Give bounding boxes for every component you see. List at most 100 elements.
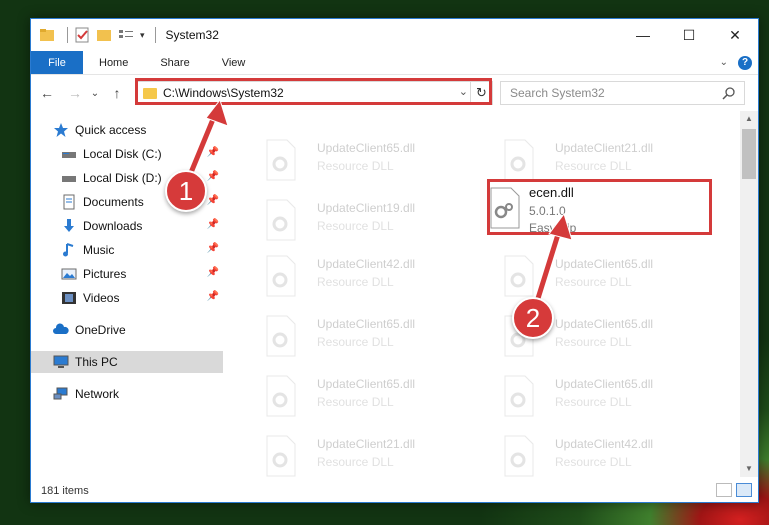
file-name: UpdateClient65.dll bbox=[555, 377, 654, 391]
scroll-thumb[interactable] bbox=[742, 129, 756, 179]
view-options-icon[interactable] bbox=[118, 27, 134, 43]
tab-file[interactable]: File bbox=[31, 51, 83, 74]
expand-ribbon-chevron-icon[interactable]: ⌄ bbox=[720, 57, 728, 68]
dll-file-icon bbox=[263, 199, 299, 241]
file-name: UpdateClient21.dll bbox=[555, 141, 654, 155]
customize-qa-chevron-icon[interactable]: ▾ bbox=[140, 30, 145, 41]
sidebar-item-network[interactable]: Network bbox=[53, 383, 223, 405]
file-item[interactable]: UpdateClient65.dll Resource DLL bbox=[243, 133, 458, 185]
sidebar-item-this-pc[interactable]: This PC bbox=[31, 351, 223, 373]
file-item[interactable]: UpdateClient42.dll Resource DLL bbox=[481, 429, 696, 481]
file-item[interactable]: UpdateClient42.dll Resource DLL bbox=[243, 249, 458, 301]
recent-locations-button[interactable]: ⌄ bbox=[85, 88, 105, 99]
tab-view[interactable]: View bbox=[206, 51, 262, 74]
file-item[interactable]: UpdateClient65.dll Resource DLL bbox=[243, 309, 458, 361]
up-button[interactable]: ↑ bbox=[107, 85, 127, 101]
ribbon-tabs: File Home Share View ⌄ ? bbox=[31, 51, 758, 75]
file-item[interactable]: UpdateClient65.dll Resource DLL bbox=[243, 369, 458, 421]
dll-file-icon bbox=[263, 255, 299, 297]
pin-icon[interactable]: 📌 bbox=[207, 219, 219, 230]
folder-icon bbox=[39, 27, 55, 43]
back-button[interactable]: ← bbox=[37, 85, 57, 101]
download-icon bbox=[61, 218, 77, 234]
sidebar-item-pictures[interactable]: Pictures 📌 bbox=[61, 263, 223, 285]
sidebar-item-onedrive[interactable]: OneDrive bbox=[53, 319, 223, 341]
file-item[interactable]: UpdateClient19.dll Resource DLL bbox=[243, 193, 458, 245]
quick-access-toolbar: ▾ System32 bbox=[39, 27, 219, 43]
tiles-view-icon[interactable] bbox=[736, 483, 752, 497]
star-icon bbox=[53, 122, 69, 138]
sidebar-item-label: Music bbox=[83, 243, 115, 257]
file-type: Resource DLL bbox=[317, 159, 394, 173]
search-placeholder[interactable]: Search System32 bbox=[510, 86, 605, 100]
maximize-button[interactable]: ☐ bbox=[666, 19, 712, 51]
file-type: Resource DLL bbox=[555, 275, 632, 289]
scroll-up-icon[interactable]: ▲ bbox=[740, 111, 758, 127]
network-icon bbox=[53, 386, 69, 402]
pin-icon[interactable]: 📌 bbox=[207, 171, 219, 182]
file-type: Resource DLL bbox=[317, 219, 394, 233]
toolbar-separator bbox=[67, 27, 68, 43]
sidebar-item-label: Network bbox=[75, 387, 120, 401]
file-name: UpdateClient65.dll bbox=[317, 377, 416, 391]
file-explorer-window: ▾ System32 — ☐ ✕ File Home Share View ⌄ … bbox=[30, 18, 759, 503]
sidebar-item-label: Local Disk (C:) bbox=[83, 147, 162, 161]
pin-icon[interactable]: 📌 bbox=[207, 267, 219, 278]
new-folder-icon[interactable] bbox=[96, 27, 112, 43]
minimize-button[interactable]: — bbox=[620, 19, 666, 51]
sidebar-item-label: This PC bbox=[75, 355, 118, 369]
properties-icon[interactable] bbox=[74, 27, 90, 43]
pin-icon[interactable]: 📌 bbox=[207, 243, 219, 254]
pin-icon[interactable]: 📌 bbox=[207, 147, 219, 158]
file-name: UpdateClient42.dll bbox=[317, 257, 416, 271]
help-button[interactable]: ? bbox=[738, 55, 752, 70]
sidebar-item-label: Quick access bbox=[75, 123, 147, 137]
file-list-area: UpdateClient65.dll Resource DLL UpdateCl… bbox=[223, 111, 740, 477]
music-icon bbox=[61, 242, 77, 258]
dll-file-icon bbox=[501, 435, 537, 477]
pin-icon[interactable]: 📌 bbox=[207, 195, 219, 206]
sidebar-item-label: Documents bbox=[83, 195, 144, 209]
sidebar-item-music[interactable]: Music 📌 bbox=[61, 239, 223, 261]
ribbon-right-controls: ⌄ ? bbox=[720, 51, 758, 74]
address-highlight-box bbox=[135, 78, 492, 105]
file-item[interactable]: UpdateClient65.dll Resource DLL bbox=[481, 369, 696, 421]
vertical-scrollbar[interactable]: ▲ ▼ bbox=[740, 111, 758, 477]
file-name: UpdateClient65.dll bbox=[555, 257, 654, 271]
dll-file-icon bbox=[263, 435, 299, 477]
forward-button[interactable]: → bbox=[65, 85, 85, 101]
dll-file-icon bbox=[501, 139, 537, 181]
file-type: Resource DLL bbox=[555, 335, 632, 349]
drive-icon bbox=[61, 170, 77, 186]
tab-home[interactable]: Home bbox=[83, 51, 144, 74]
file-item[interactable]: UpdateClient21.dll Resource DLL bbox=[243, 429, 458, 481]
dll-file-icon bbox=[501, 255, 537, 297]
search-box[interactable]: Search System32 bbox=[500, 81, 745, 105]
sidebar-item-videos[interactable]: Videos 📌 bbox=[61, 287, 223, 309]
tab-share[interactable]: Share bbox=[144, 51, 205, 74]
sidebar-item-downloads[interactable]: Downloads 📌 bbox=[61, 215, 223, 237]
drive-icon bbox=[61, 146, 77, 162]
window-controls: — ☐ ✕ bbox=[620, 19, 758, 51]
cloud-icon bbox=[53, 322, 69, 338]
file-item[interactable]: UpdateClient21.dll Resource DLL bbox=[481, 133, 696, 185]
videos-icon bbox=[61, 290, 77, 306]
pin-icon[interactable]: 📌 bbox=[207, 291, 219, 302]
close-button[interactable]: ✕ bbox=[712, 19, 758, 51]
sidebar-item-quick-access[interactable]: Quick access bbox=[53, 119, 245, 141]
scroll-down-icon[interactable]: ▼ bbox=[740, 461, 758, 477]
sidebar-item-label: Pictures bbox=[83, 267, 127, 281]
sidebar-item-local-disk-c[interactable]: Local Disk (C:) 📌 bbox=[61, 143, 223, 165]
file-item[interactable]: UpdateClient65.dll Resource DLL bbox=[481, 249, 696, 301]
search-icon[interactable] bbox=[722, 86, 736, 100]
file-type: Resource DLL bbox=[317, 335, 394, 349]
dll-file-icon bbox=[501, 375, 537, 417]
file-name: UpdateClient65.dll bbox=[317, 141, 416, 155]
file-type: Resource DLL bbox=[317, 455, 394, 469]
file-name: UpdateClient42.dll bbox=[555, 437, 654, 451]
dll-file-icon bbox=[263, 375, 299, 417]
item-count: 181 items bbox=[41, 485, 89, 497]
details-view-icon[interactable] bbox=[716, 483, 732, 497]
navigation-pane: Quick access Local Disk (C:) 📌 Local Dis… bbox=[31, 111, 223, 477]
file-type: Resource DLL bbox=[555, 159, 632, 173]
